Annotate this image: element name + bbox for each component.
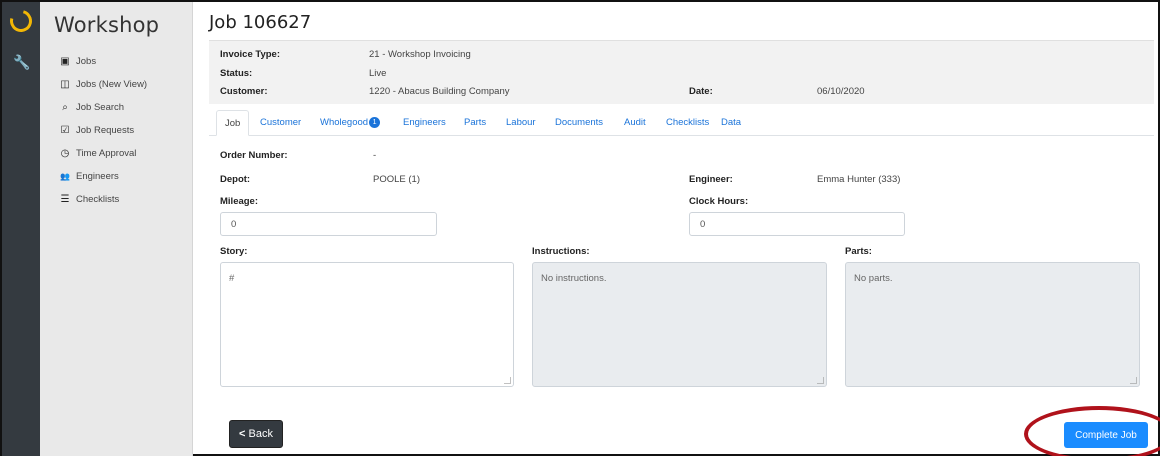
list-check-icon: ☰ [60, 194, 70, 205]
resize-handle-icon[interactable] [1130, 377, 1137, 384]
sidebar-item-job-requests[interactable]: ☑ Job Requests [58, 119, 147, 142]
tab-label: Wholegood [320, 117, 369, 128]
status-label: Status: [220, 68, 253, 79]
clock-icon: ◷ [60, 148, 70, 159]
order-number-label: Order Number: [220, 150, 288, 161]
resize-handle-icon[interactable] [817, 377, 824, 384]
resize-handle-icon[interactable] [504, 377, 511, 384]
brand-title: Workshop [54, 13, 160, 37]
tab-labour[interactable]: Labour [506, 110, 536, 136]
customer-value: 1220 - Abacus Building Company [369, 86, 510, 97]
parts-textarea: No parts. [845, 262, 1140, 387]
job-summary-panel: Invoice Type: 21 - Workshop Invoicing St… [209, 40, 1154, 104]
depot-label: Depot: [220, 174, 251, 185]
depot-value: POOLE (1) [373, 174, 420, 185]
sidebar-nav: ▣ Jobs ◫ Jobs (New View) ⌕ Job Search ☑ … [58, 50, 147, 211]
sidebar-item-job-search[interactable]: ⌕ Job Search [58, 96, 147, 119]
clock-hours-label: Clock Hours: [689, 196, 749, 207]
users-icon: 👥 [60, 172, 70, 181]
story-label: Story: [220, 246, 248, 257]
date-value: 06/10/2020 [817, 86, 865, 97]
sidebar-item-label: Time Approval [76, 148, 137, 159]
sidebar-item-time-approval[interactable]: ◷ Time Approval [58, 142, 147, 165]
engineer-label: Engineer: [689, 174, 733, 185]
search-icon: ⌕ [62, 102, 68, 113]
clipboard-icon: ▣ [60, 56, 70, 67]
job-tabs: Job Customer Wholegood 1 Engineers Parts … [209, 110, 1154, 136]
sidebar-item-checklists[interactable]: ☰ Checklists [58, 188, 147, 211]
invoice-type-label: Invoice Type: [220, 49, 281, 60]
chevron-left-icon: < [239, 428, 246, 440]
instructions-textarea: No instructions. [532, 262, 827, 387]
logo-icon [5, 5, 37, 37]
back-button-label: Back [248, 428, 273, 440]
status-value: Live [369, 68, 387, 79]
tab-data[interactable]: Data [721, 110, 741, 136]
complete-job-button[interactable]: Complete Job [1064, 422, 1148, 448]
sidebar-item-label: Jobs (New View) [76, 79, 148, 90]
sidebar-item-label: Job Requests [76, 125, 135, 136]
main-content: Job 106627 Invoice Type: 21 - Workshop I… [202, 2, 1160, 456]
sidebar-item-engineers[interactable]: 👥 Engineers [58, 165, 147, 188]
sidebar-item-jobs-new-view[interactable]: ◫ Jobs (New View) [58, 73, 147, 96]
order-number-value: - [373, 150, 377, 161]
tab-audit[interactable]: Audit [624, 110, 646, 136]
story-textarea[interactable]: # [220, 262, 514, 387]
sidebar: Workshop ▣ Jobs ◫ Jobs (New View) ⌕ Job … [40, 2, 193, 456]
sidebar-item-jobs[interactable]: ▣ Jobs [58, 50, 147, 73]
tab-wholegood[interactable]: Wholegood 1 [320, 110, 381, 136]
tab-parts[interactable]: Parts [464, 110, 486, 136]
tab-documents[interactable]: Documents [555, 110, 603, 136]
tab-checklists[interactable]: Checklists [666, 110, 709, 136]
engineer-value: Emma Hunter (333) [817, 174, 901, 185]
sidebar-item-label: Job Search [76, 102, 125, 113]
count-badge: 1 [369, 116, 381, 128]
tab-customer[interactable]: Customer [260, 110, 301, 136]
clock-hours-input[interactable]: 0 [689, 212, 905, 236]
icon-rail: 🔧 [2, 2, 40, 456]
sidebar-item-label: Engineers [76, 171, 119, 182]
customer-label: Customer: [220, 86, 268, 97]
mileage-input[interactable]: 0 [220, 212, 437, 236]
app-window: 🔧 Workshop ▣ Jobs ◫ Jobs (New View) ⌕ Jo… [0, 0, 1160, 456]
clipboard-check-icon: ☑ [60, 125, 70, 136]
mileage-label: Mileage: [220, 196, 259, 207]
instructions-label: Instructions: [532, 246, 590, 257]
date-label: Date: [689, 86, 713, 97]
instructions-value: No instructions. [541, 273, 607, 284]
columns-icon: ◫ [60, 79, 70, 90]
invoice-type-value: 21 - Workshop Invoicing [369, 49, 471, 60]
parts-value: No parts. [854, 273, 893, 284]
parts-label: Parts: [845, 246, 872, 257]
back-button[interactable]: < Back [229, 420, 283, 448]
tab-job[interactable]: Job [216, 110, 250, 136]
wrench-icon[interactable]: 🔧 [13, 54, 30, 71]
sidebar-item-label: Jobs [76, 56, 97, 67]
story-value: # [229, 273, 235, 284]
tab-engineers[interactable]: Engineers [403, 110, 446, 136]
sidebar-item-label: Checklists [76, 194, 120, 205]
page-title: Job 106627 [209, 12, 312, 33]
